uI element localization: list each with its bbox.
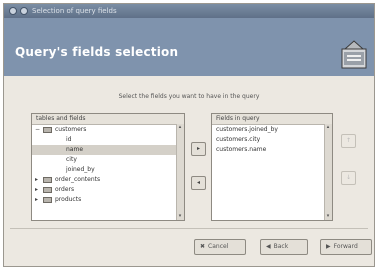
wizard-header: Query's fields selection [4,18,374,76]
database-wizard-icon [341,40,367,69]
forward-arrow-icon: ▶ [326,243,331,250]
tree-table-row[interactable]: ▸ products [32,195,184,205]
wizard-window: Selection of query fields Query's fields… [3,3,375,267]
scroll-down-icon[interactable]: ▾ [325,213,331,220]
tree-item-label: orders [55,186,75,193]
tree-field-row[interactable]: name [32,145,184,155]
window-menu-icon[interactable] [9,7,17,15]
tree-field-row[interactable]: city [32,155,184,165]
arrow-right-icon: ▸ [196,145,200,152]
tree-item-label: products [55,196,82,203]
scroll-up-icon[interactable]: ▴ [177,124,183,131]
title-bar: Selection of query fields [4,4,374,18]
tree-scrollbar[interactable]: ▴ ▾ [176,124,184,220]
tree-table-row[interactable]: − customers [32,125,184,135]
page-title: Query's fields selection [15,45,179,59]
table-icon [43,127,52,133]
arrow-left-icon: ◂ [196,179,200,186]
cancel-button[interactable]: ✖ Cancel [194,239,246,255]
tree-field-row[interactable]: id [32,135,184,145]
tree-table-row[interactable]: ▸ order_contents [32,175,184,185]
expander-icon[interactable]: ▸ [35,195,38,205]
move-up-button[interactable]: ↑ [341,134,356,148]
table-icon [43,197,52,203]
instruction-text: Select the fields you want to have in th… [118,93,260,100]
fields-scrollbar[interactable]: ▴ ▾ [324,124,332,220]
arrow-up-icon: ↑ [345,137,352,144]
tree-column-header[interactable]: tables and fields [32,114,184,125]
tree-item-label: order_contents [55,176,101,183]
tree-field-row[interactable]: joined_by [32,165,184,175]
fields-column-header[interactable]: Fields in query [212,114,332,125]
scroll-down-icon[interactable]: ▾ [177,213,183,220]
minimize-icon[interactable] [20,7,28,15]
remove-field-button[interactable]: ◂ [191,176,206,190]
expander-icon[interactable]: ▸ [35,185,38,195]
scroll-up-icon[interactable]: ▴ [325,124,331,131]
tree-item-label: city [66,156,77,163]
back-arrow-icon: ◀ [266,243,271,250]
forward-button[interactable]: ▶ Forward [320,239,372,255]
query-field-row[interactable]: customers.city [212,135,332,145]
tree-item-label: joined_by [66,166,95,173]
add-field-button[interactable]: ▸ [191,142,206,156]
tree-table-row[interactable]: ▸ orders [32,185,184,195]
query-field-row[interactable]: customers.name [212,145,332,155]
arrow-down-icon: ↓ [345,174,352,181]
table-icon [43,187,52,193]
tables-tree[interactable]: tables and fields − customers id name city jo… [31,113,185,221]
tree-item-label: customers [55,126,87,133]
table-icon [43,177,52,183]
bottom-separator [10,228,368,229]
expander-icon[interactable]: − [35,125,40,135]
move-down-button[interactable]: ↓ [341,171,356,185]
query-fields-list[interactable]: Fields in query customers.joined_by custo… [211,113,333,221]
window-title: Selection of query fields [32,7,117,15]
tree-item-label: id [66,136,72,143]
tree-item-label: name [66,146,84,153]
query-field-row[interactable]: customers.joined_by [212,125,332,135]
expander-icon[interactable]: ▸ [35,175,38,185]
cancel-icon: ✖ [200,243,206,250]
back-button[interactable]: ◀ Back [260,239,308,255]
